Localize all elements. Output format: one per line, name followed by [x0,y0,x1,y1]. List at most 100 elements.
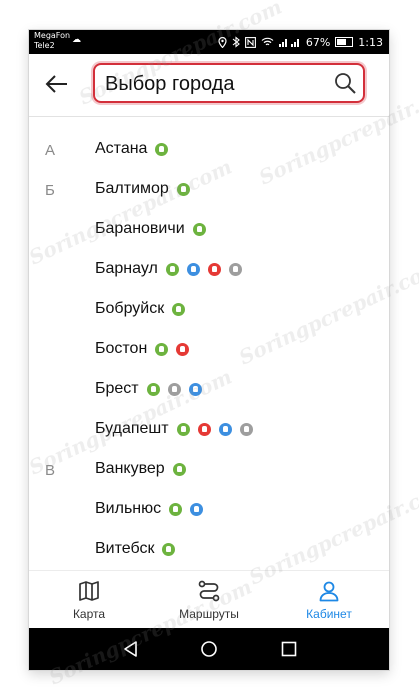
transport-badges [146,382,202,396]
nav-label-map: Карта [72,607,106,621]
city-name: Бобруйск [95,300,165,317]
city-item: Витебск [95,540,176,558]
nav-item-map[interactable]: Карта [29,571,149,629]
transport-red-icon [176,342,190,356]
city-row[interactable]: Бобруйск [29,290,389,330]
header-divider [29,116,389,117]
transport-badges [169,502,204,516]
wifi-icon [261,37,274,46]
carrier-info: MegaFon Tele2 [34,31,70,51]
transport-gray-icon [239,422,253,436]
recents-square-icon[interactable] [279,639,299,659]
transport-green-icon [165,262,179,276]
city-list[interactable]: А Астана Б Балтимор Барановичи Барнаул Бобруйс… [29,130,389,570]
transport-blue-icon [190,502,204,516]
city-row[interactable]: Вильнюс [29,490,389,530]
section-letter: А [45,142,56,159]
city-row[interactable]: Барановичи [29,210,389,250]
city-row[interactable]: Барнаул [29,250,389,290]
phone-screen: MegaFon Tele2 ☁ 67% 1:13 Выбор города АА [29,30,389,670]
city-name: Астана [95,140,148,157]
city-item: Барнаул [95,260,242,278]
transport-green-icon [192,222,206,236]
transport-badges [165,262,242,276]
city-row[interactable]: Бостон [29,330,389,370]
city-name: Витебск [95,540,155,557]
carrier-1: MegaFon [34,31,71,40]
transport-badges [176,422,253,436]
city-name: Барнаул [95,260,158,277]
city-row[interactable]: Будапешт [29,410,389,450]
transport-badges [192,222,206,236]
user-icon [319,581,339,602]
signal-icon [278,39,299,47]
transport-badges [176,182,190,196]
transport-gray-icon [228,262,242,276]
arrow-left-icon[interactable] [43,70,71,98]
transport-green-icon [162,542,176,556]
status-icons: 67% 1:13 [218,30,383,54]
nav-item-cabinet[interactable]: Кабинет [269,571,389,629]
transport-blue-icon [218,422,232,436]
nfc-icon [244,36,256,48]
transport-gray-icon [167,382,181,396]
transport-badges [172,302,186,316]
home-circle-icon[interactable] [199,639,219,659]
transport-badges [155,342,190,356]
city-row[interactable]: В Ванкувер [29,450,389,490]
transport-green-icon [176,182,190,196]
city-row[interactable]: Б Балтимор [29,170,389,210]
transport-red-icon [197,422,211,436]
city-name: Балтимор [95,180,169,197]
transport-badges [172,462,186,476]
transport-blue-icon [186,262,200,276]
transport-green-icon [176,422,190,436]
city-row[interactable]: Брест [29,370,389,410]
transport-green-icon [172,302,186,316]
status-bar: MegaFon Tele2 ☁ 67% 1:13 [29,30,389,54]
transport-green-icon [172,462,186,476]
city-name: Брест [95,380,139,397]
transport-green-icon [169,502,183,516]
city-item: Астана [95,140,169,158]
cloud-icon: ☁ [72,35,81,45]
city-item: Будапешт [95,420,253,438]
nav-label-cabinet: Кабинет [306,607,352,621]
city-item: Брест [95,380,202,398]
battery-percent: 67% [305,35,331,49]
city-item: Вильнюс [95,500,204,518]
city-item: Ванкувер [95,460,186,478]
transport-badges [155,142,169,156]
city-row[interactable]: А Астана [29,130,389,170]
back-triangle-icon[interactable] [121,639,141,659]
map-icon [79,581,99,601]
city-item: Барановичи [95,220,206,238]
clock: 1:13 [358,35,383,49]
city-item: Бостон [95,340,190,358]
city-row[interactable]: Витебск [29,530,389,570]
transport-green-icon [155,142,169,156]
city-name: Барановичи [95,220,185,237]
city-name: Вильнюс [95,500,162,517]
bluetooth-icon [232,36,240,48]
transport-green-icon [146,382,160,396]
location-icon [218,36,227,48]
route-icon [198,580,220,602]
carrier-2: Tele2 [34,41,55,50]
city-name: Ванкувер [95,460,165,477]
transport-badges [162,542,176,556]
city-item: Балтимор [95,180,190,198]
search-text: Выбор города [105,73,235,95]
city-search-input[interactable]: Выбор города [93,63,365,103]
header: Выбор города [29,54,389,116]
transport-blue-icon [188,382,202,396]
system-navigation-bar [29,628,389,670]
city-name: Будапешт [95,420,169,437]
transport-red-icon [207,262,221,276]
nav-item-routes[interactable]: Маршруты [149,571,269,629]
search-icon[interactable] [333,71,357,95]
nav-label-routes: Маршруты [179,607,239,621]
section-letter: В [45,462,56,479]
city-item: Бобруйск [95,300,186,318]
city-name: Бостон [95,340,148,357]
